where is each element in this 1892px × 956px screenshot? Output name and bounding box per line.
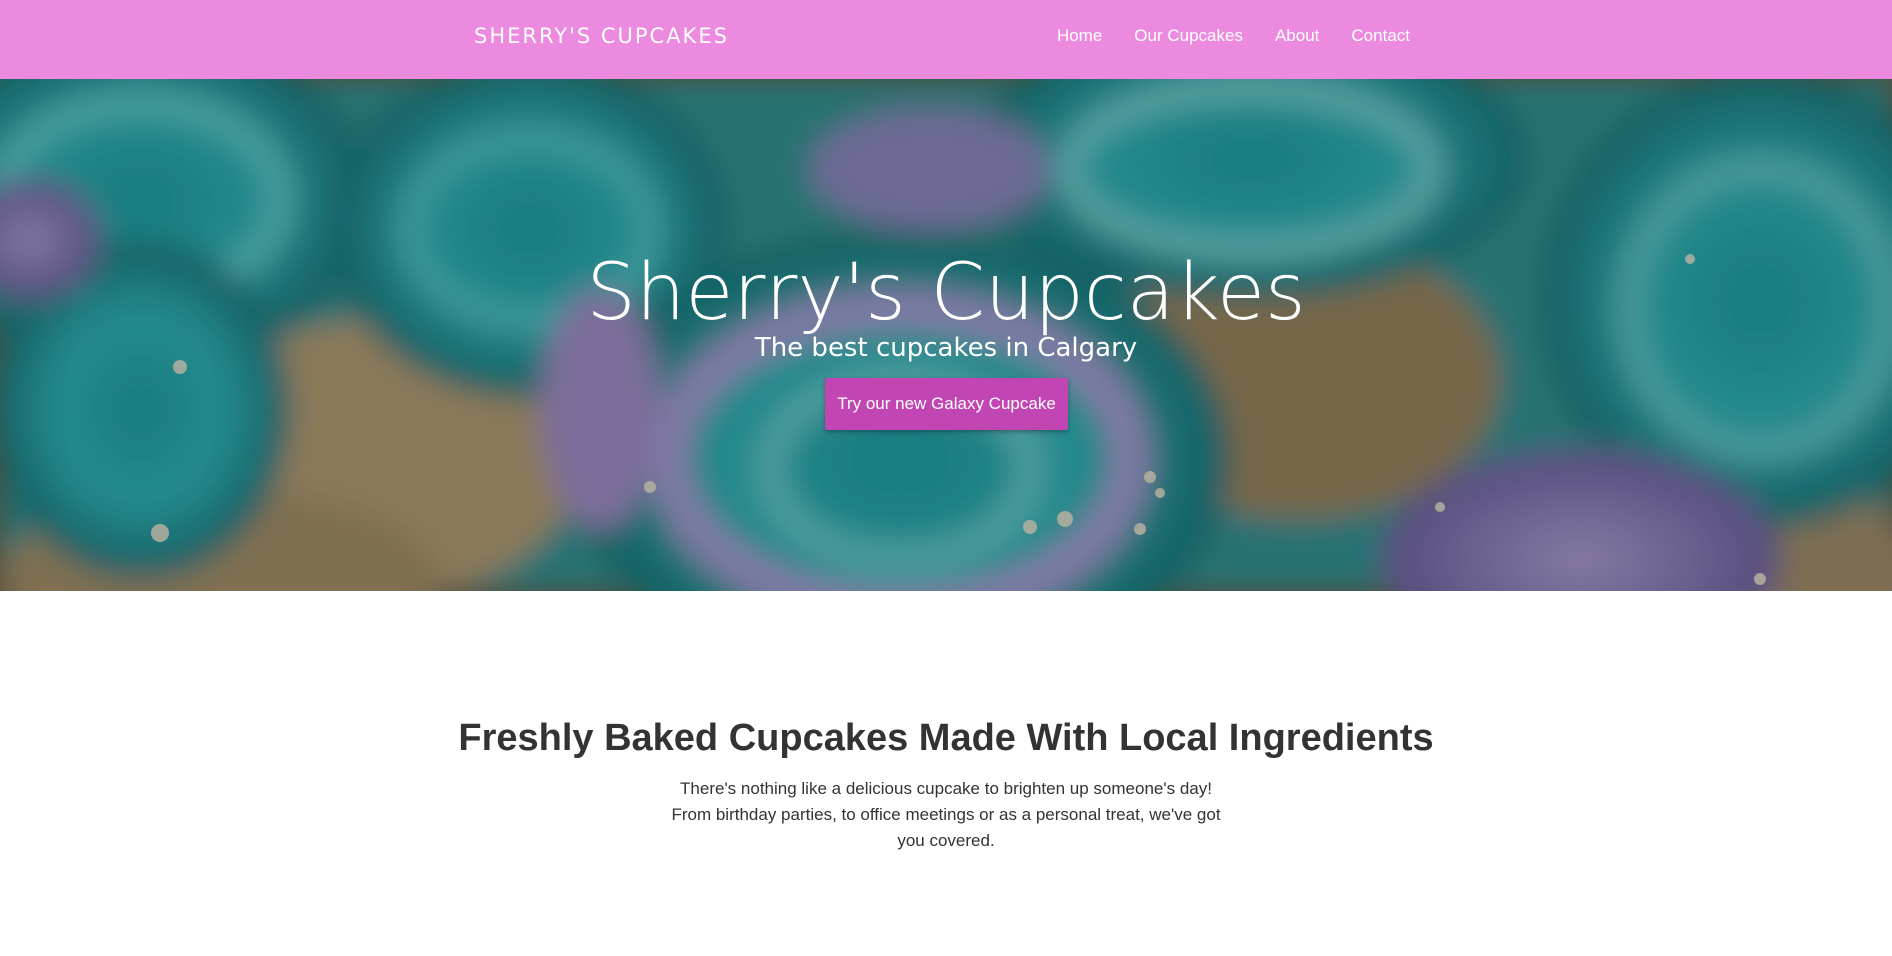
main-nav: Home Our Cupcakes About Contact xyxy=(1057,26,1410,46)
intro-section: Freshly Baked Cupcakes Made With Local I… xyxy=(0,591,1892,956)
intro-line: From birthday parties, to office meeting… xyxy=(671,805,1221,850)
hero-subtitle: The best cupcakes in Calgary xyxy=(754,333,1138,363)
intro-paragraph: There's nothing like a delicious cupcake… xyxy=(666,776,1226,854)
hero-section: Sherry's Cupcakes The best cupcakes in C… xyxy=(0,79,1892,591)
nav-link-about[interactable]: About xyxy=(1275,26,1319,46)
hero-title: Sherry's Cupcakes xyxy=(586,248,1306,339)
intro-heading: Freshly Baked Cupcakes Made With Local I… xyxy=(458,717,1434,759)
galaxy-cupcake-cta-button[interactable]: Try our new Galaxy Cupcake xyxy=(825,378,1068,430)
nav-link-our-cupcakes[interactable]: Our Cupcakes xyxy=(1134,26,1243,46)
intro-line: There's nothing like a delicious cupcake… xyxy=(680,779,1212,798)
nav-link-contact[interactable]: Contact xyxy=(1351,26,1410,46)
brand-logo-link[interactable]: SHERRY'S CUPCAKES xyxy=(474,24,729,48)
navbar: SHERRY'S CUPCAKES Home Our Cupcakes Abou… xyxy=(0,0,1892,79)
nav-link-home[interactable]: Home xyxy=(1057,26,1102,46)
